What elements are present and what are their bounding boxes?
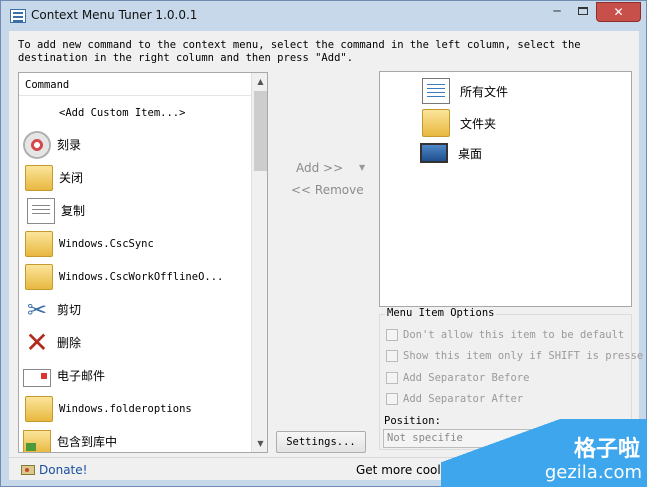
document-icon <box>27 197 55 224</box>
list-item-csc-work-offline[interactable]: Windows.CscWorkOfflineO... <box>19 260 251 293</box>
close-button[interactable]: ✕ <box>596 2 641 22</box>
donate-icon <box>21 465 35 475</box>
maximize-button[interactable] <box>570 2 596 22</box>
checkbox-label: Add Separator After <box>403 393 524 405</box>
list-item-close[interactable]: 关闭 <box>19 161 251 194</box>
instructions-text: To add new command to the context menu, … <box>18 39 581 64</box>
position-label: Position: <box>384 415 441 427</box>
donate-label: Donate! <box>39 463 88 477</box>
option-shift-only[interactable]: Show this item only if SHIFT is presse <box>386 350 643 362</box>
destination-item-desktop[interactable]: 桌面 <box>420 143 482 163</box>
client-area: To add new command to the context menu, … <box>9 31 643 480</box>
maximize-icon <box>578 7 588 15</box>
title-bar[interactable]: Context Menu Tuner 1.0.0.1 ─ ✕ <box>1 1 646 31</box>
list-item-label: 剪切 <box>57 303 82 317</box>
list-item-label: 关闭 <box>59 171 84 185</box>
delete-x-icon: ✕ <box>25 325 49 359</box>
cd-burn-icon <box>23 130 51 159</box>
remove-button[interactable]: << Remove <box>291 183 364 197</box>
options-group-title: Menu Item Options <box>385 307 497 319</box>
folder-icon <box>25 395 53 422</box>
destination-item-label: 所有文件 <box>460 84 509 99</box>
settings-button[interactable]: Settings... <box>276 431 366 453</box>
list-item-label: 删除 <box>57 336 82 350</box>
donate-link[interactable]: Donate! <box>21 463 87 477</box>
list-item-label: Windows.CscWorkOfflineO... <box>59 270 224 283</box>
list-item-folder-options[interactable]: Windows.folderoptions <box>19 392 251 425</box>
destination-item-all-files[interactable]: 所有文件 <box>420 78 508 104</box>
list-item-email[interactable]: 电子邮件 <box>19 359 251 392</box>
option-separator-before[interactable]: Add Separator Before <box>386 372 529 384</box>
checkbox-label: Show this item only if SHIFT is presse <box>403 350 644 362</box>
window-title: Context Menu Tuner 1.0.0.1 <box>31 8 198 22</box>
all-files-icon <box>422 78 450 104</box>
list-item-csc-sync[interactable]: Windows.CscSync <box>19 227 251 260</box>
checkbox-label: Add Separator Before <box>403 372 530 384</box>
command-list[interactable]: Command <Add Custom Item...> 刻录 关闭 复制 Wi… <box>18 72 268 453</box>
watermark-cn-text: 格子啦 <box>573 437 640 462</box>
destination-list[interactable]: 所有文件 文件夹 桌面 <box>379 71 632 307</box>
mail-icon <box>23 369 51 387</box>
minimize-button[interactable]: ─ <box>544 2 570 22</box>
checkbox[interactable] <box>386 393 398 405</box>
watermark-en-text: gezila.com <box>544 462 642 483</box>
folder-icon <box>422 109 450 137</box>
folder-icon <box>25 164 53 191</box>
list-item-burn[interactable]: 刻录 <box>19 128 251 161</box>
option-separator-after[interactable]: Add Separator After <box>386 393 523 405</box>
list-item-add-custom[interactable]: <Add Custom Item...> <box>19 97 251 128</box>
checkbox[interactable] <box>386 372 398 384</box>
folder-icon <box>25 230 53 257</box>
add-dropdown-icon[interactable]: ▼ <box>359 163 365 172</box>
destination-item-label: 桌面 <box>458 146 483 161</box>
list-item-label: Windows.CscSync <box>59 237 154 250</box>
list-item-cut[interactable]: ✂ 剪切 <box>19 293 251 326</box>
site-watermark: 格子啦 gezila.com <box>441 419 647 487</box>
scroll-up-icon[interactable]: ▲ <box>252 73 267 90</box>
command-column-header[interactable]: Command <box>19 73 251 96</box>
scroll-down-icon[interactable]: ▼ <box>252 435 267 452</box>
folder-icon <box>25 263 53 290</box>
destination-item-label: 文件夹 <box>460 116 497 131</box>
destination-item-folder[interactable]: 文件夹 <box>420 109 496 137</box>
command-list-scrollbar[interactable]: ▲ ▼ <box>251 73 267 452</box>
list-item-copy[interactable]: 复制 <box>19 194 251 227</box>
app-icon <box>10 9 26 23</box>
scissors-icon: ✂ <box>26 295 48 324</box>
checkbox[interactable] <box>386 329 398 341</box>
list-item-label: 复制 <box>61 204 86 218</box>
list-item-delete[interactable]: ✕ 删除 <box>19 326 251 359</box>
list-item-label: 刻录 <box>57 138 82 152</box>
option-no-default[interactable]: Don't allow this item to be default <box>386 329 624 341</box>
list-item-label: 电子邮件 <box>57 369 106 383</box>
list-item-label: <Add Custom Item...> <box>59 106 186 119</box>
add-button[interactable]: Add >> <box>296 161 343 175</box>
library-icon <box>23 429 51 452</box>
list-item-label: 包含到库中 <box>57 435 118 449</box>
app-window: Context Menu Tuner 1.0.0.1 ─ ✕ To add ne… <box>0 0 647 487</box>
checkbox-label: Don't allow this item to be default <box>403 329 625 341</box>
desktop-icon <box>420 143 448 163</box>
list-item-include-in-library[interactable]: 包含到库中 <box>19 425 251 452</box>
checkbox[interactable] <box>386 350 398 362</box>
scroll-thumb[interactable] <box>254 91 267 171</box>
list-item-label: Windows.folderoptions <box>59 402 192 415</box>
